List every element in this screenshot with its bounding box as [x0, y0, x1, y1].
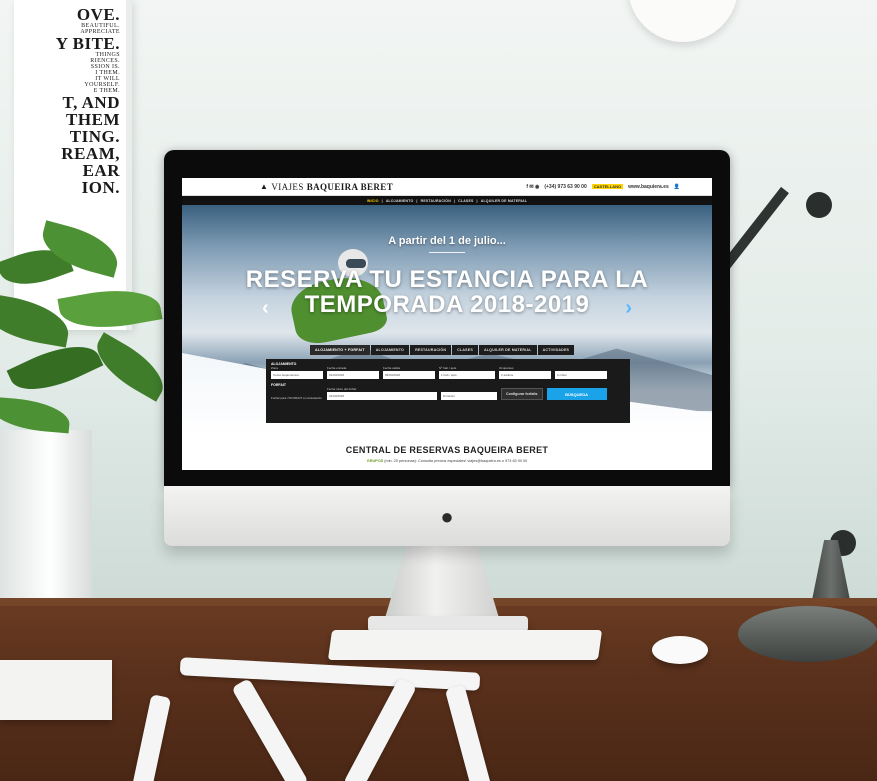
search-button[interactable]: BÚSQUEDA — [546, 388, 607, 400]
desk-lamp-base — [738, 606, 877, 662]
duracion-select[interactable]: Duración — [441, 392, 497, 400]
language-selector[interactable]: CASTELLANO — [591, 184, 624, 189]
entrada-date-input[interactable]: 01/03/2018 — [327, 371, 379, 379]
central-groups-text: GRUPOS (min. 20 personas): Consulta prec… — [182, 459, 712, 463]
salida-label: Fecha salida — [383, 366, 401, 370]
adultos-select[interactable]: 2 adultos — [499, 371, 551, 379]
nav-item[interactable]: ALOJAMIENTO — [386, 199, 414, 203]
imac-monitor: ● ▲ VIAJES BAQUEIRA BERET f ✉ ◉ (+34) 97… — [156, 150, 730, 546]
zona-label: Zona — [271, 366, 278, 370]
ninos-select[interactable]: 0 niños — [555, 371, 607, 379]
hero-banner: A partir del 1 de julio... RESERVA TU ES… — [182, 205, 712, 437]
booking-tab[interactable]: ALOJAMIENTO — [370, 345, 410, 355]
ocupantes-label: Ocupantes — [499, 366, 514, 370]
main-nav: INICIO | ALOJAMIENTO | RESTAURACIÓN | CLASES | A… — [182, 196, 712, 205]
site-url[interactable]: www.baquiera.es — [628, 184, 669, 190]
photo-scene: OVE. BEAUTIFUL. APPRECIATE Y BITE. THINGS RIE… — [0, 0, 877, 781]
plant-leaves — [0, 220, 180, 450]
booking-form: ALOJAMIENTO Zona Todos Alojamientos Fech… — [266, 359, 630, 423]
desk-lamp-joint — [806, 192, 832, 218]
booking-tabs: ALOJAMIENTO + FORFAIT ALOJAMIENTO RESTAURA… — [310, 345, 575, 355]
phone-number[interactable]: (+34) 973 63 90 00 — [544, 184, 586, 190]
brand-prefix: VIAJES — [271, 181, 304, 192]
booking-tab[interactable]: RESTAURACIÓN — [410, 345, 452, 355]
poster-line: REAM, — [61, 144, 120, 163]
poster-line: Y BITE. — [55, 34, 120, 53]
poster-line: EAR — [82, 161, 120, 180]
monitor-chin: ● — [164, 486, 730, 546]
user-icon[interactable]: 👤 — [674, 184, 680, 190]
salida-date-input[interactable]: 05/03/2018 — [383, 371, 435, 379]
apple-logo-icon: ● — [440, 504, 454, 529]
poster-line: ION. — [81, 178, 120, 197]
carousel-prev-icon[interactable]: ‹ — [262, 297, 269, 320]
social-icons[interactable]: f ✉ ◉ — [526, 184, 539, 190]
nav-separator: | — [453, 198, 456, 203]
nhab-select[interactable]: 1 hab / apts — [439, 371, 495, 379]
poster-line: THEM — [66, 110, 120, 129]
central-title: CENTRAL DE RESERVAS BAQUEIRA BERET — [345, 445, 549, 455]
nav-separator: | — [416, 198, 418, 203]
poster-line: OVE. — [76, 5, 120, 24]
hero-divider — [429, 252, 465, 253]
booking-tab[interactable]: ALQUILER DE MATERIAL — [478, 345, 537, 355]
hero-subtitle: A partir del 1 de julio... — [388, 235, 506, 247]
booking-tab[interactable]: ACTIVIDADES — [537, 345, 575, 355]
site-header: ▲ VIAJES BAQUEIRA BERET f ✉ ◉ (+34) 973 … — [182, 178, 712, 196]
nav-item[interactable]: INICIO — [367, 199, 379, 203]
booking-tab[interactable]: ALOJAMIENTO + FORFAIT — [310, 345, 370, 355]
hero-title-line1: RESERVA TU ESTANCIA PARA LA — [245, 266, 649, 293]
nav-item[interactable]: CLASES — [458, 199, 473, 203]
header-contact: f ✉ ◉ (+34) 973 63 90 00 CASTELLANO www.… — [526, 184, 680, 190]
mouse — [652, 636, 708, 664]
forfait-date-label: Fecha inicio del forfait — [327, 387, 357, 391]
poster-line: TING. — [69, 127, 120, 146]
monitor-stand — [382, 540, 502, 628]
booking-tab[interactable]: CLASES — [452, 345, 478, 355]
nav-separator: | — [476, 198, 478, 203]
white-block — [0, 660, 112, 720]
nhab-label: Nº hab / apts — [439, 366, 457, 370]
hanging-lamp-shade — [628, 0, 738, 42]
mountain-logo-icon: ▲ — [260, 182, 269, 191]
brand-name: BAQUEIRA BERET — [306, 181, 394, 192]
website-screen: ▲ VIAJES BAQUEIRA BERET f ✉ ◉ (+34) 973 … — [182, 178, 712, 470]
groups-info: (min. 20 personas): Consulta precios esp… — [384, 459, 528, 463]
groups-label: GRUPOS — [366, 459, 384, 463]
nav-separator: | — [381, 198, 383, 203]
central-section: CENTRAL DE RESERVAS BAQUEIRA BERET GRUPO… — [182, 437, 712, 463]
nav-item[interactable]: ALQUILER DE MATERIAL — [481, 199, 528, 203]
zona-select[interactable]: Todos Alojamientos — [271, 371, 323, 379]
entrada-label: Fecha entrada — [327, 366, 347, 370]
forfait-note: Forfait para 7/FORFAIT en la Estación — [271, 396, 322, 400]
configure-forfaits-button[interactable]: Configurar forfaits — [501, 388, 543, 400]
poster-line: T, AND — [62, 93, 120, 112]
carousel-next-icon[interactable]: › — [625, 297, 632, 320]
site-logo[interactable]: ▲ VIAJES BAQUEIRA BERET — [260, 182, 393, 192]
white-chair — [120, 655, 640, 781]
forfait-date-input[interactable]: 01/03/2018 — [327, 392, 437, 400]
nav-item[interactable]: RESTAURACIÓN — [421, 199, 451, 203]
